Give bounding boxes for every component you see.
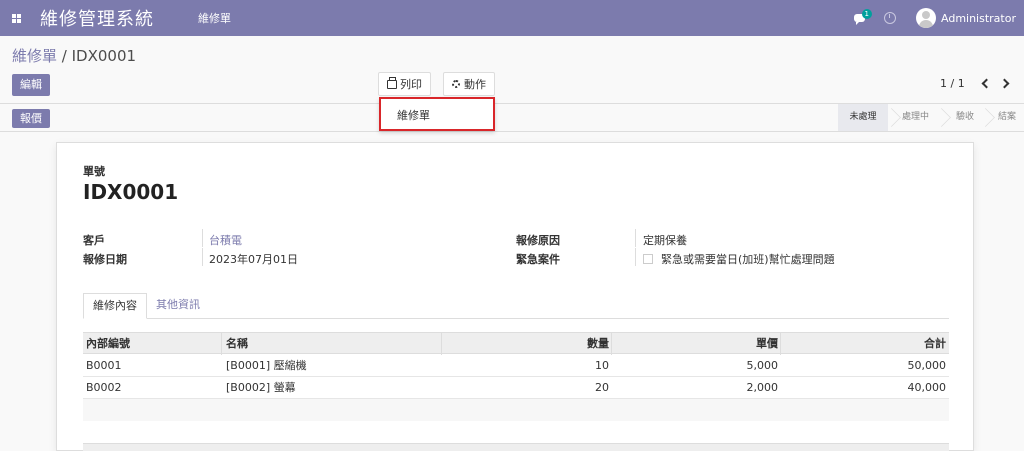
cell-quantity: 10	[595, 359, 609, 372]
chevron-right-icon	[999, 78, 1010, 88]
table-row[interactable]: B0002 [B0002] 螢幕 20 2,000 40,000	[83, 377, 949, 399]
chat-badge: 1	[861, 9, 872, 19]
customer-field[interactable]: 台積電	[209, 232, 242, 248]
report-date-field[interactable]: 2023年07月01日	[209, 251, 298, 267]
field-divider	[202, 248, 203, 266]
stage-processing[interactable]: 處理中	[902, 104, 929, 131]
print-label: 列印	[400, 78, 422, 91]
cell-quantity: 20	[595, 381, 609, 394]
table-row[interactable]: B0001 [B0001] 壓縮機 10 5,000 50,000	[83, 355, 949, 377]
field-divider	[202, 229, 203, 247]
stage-separator	[982, 104, 992, 131]
urgent-checkbox[interactable]	[643, 254, 653, 264]
stage-pending[interactable]: 未處理	[838, 104, 888, 131]
breadcrumb: 維修單 / IDX0001	[12, 45, 136, 66]
empty-table-row	[83, 399, 949, 421]
print-icon	[387, 76, 397, 89]
cell-total: 50,000	[907, 359, 947, 372]
order-number-label: 單號	[83, 165, 105, 178]
cell-name: [B0002] 螢幕	[226, 381, 296, 394]
pager-next-button[interactable]	[999, 76, 1013, 90]
gear-icon	[452, 80, 460, 88]
stage-closed[interactable]: 結案	[998, 104, 1016, 131]
cell-internal-code: B0002	[86, 381, 122, 394]
urgent-description: 緊急或需要當日(加班)幫忙處理問題	[661, 253, 835, 266]
print-dropdown-menu: 維修單	[379, 97, 495, 131]
column-separator	[441, 333, 442, 355]
tab-repair-content[interactable]: 維修內容	[83, 293, 147, 319]
table-footer	[83, 443, 949, 451]
action-label: 動作	[464, 78, 486, 91]
tab-other-info[interactable]: 其他資訊	[147, 293, 209, 319]
column-separator	[780, 333, 781, 355]
column-separator	[221, 333, 222, 355]
breadcrumb-current: IDX0001	[71, 47, 137, 65]
cell-unit-price: 2,000	[746, 381, 779, 394]
column-separator	[611, 333, 612, 355]
column-header-unit-price[interactable]: 單價	[613, 333, 778, 355]
report-date-label: 報修日期	[83, 253, 127, 266]
field-divider	[635, 248, 636, 266]
user-menu[interactable]: Administrator	[941, 12, 1016, 25]
cell-name: [B0001] 壓縮機	[226, 359, 307, 372]
column-header-name[interactable]: 名稱	[226, 333, 248, 355]
pager-previous-button[interactable]	[978, 76, 992, 90]
stage-separator	[888, 104, 898, 131]
breadcrumb-parent[interactable]: 維修單	[12, 47, 57, 65]
column-header-internal-code[interactable]: 內部編號	[86, 333, 130, 355]
cell-internal-code: B0001	[86, 359, 122, 372]
column-header-total[interactable]: 合計	[782, 333, 946, 355]
menu-repair-orders[interactable]: 維修單	[198, 10, 231, 26]
action-button[interactable]: 動作	[443, 72, 495, 96]
stage-acceptance[interactable]: 驗收	[956, 104, 974, 131]
edit-button[interactable]: 編輯	[12, 74, 50, 96]
activity-clock-icon[interactable]	[884, 12, 896, 24]
apps-menu-icon[interactable]	[4, 0, 28, 36]
pager-value[interactable]: 1 / 1	[940, 77, 965, 90]
empty-table-row	[83, 421, 949, 443]
form-tabs: 維修內容 其他資訊	[83, 293, 949, 319]
top-navbar: 維修管理系統 維修單 1 Administrator	[0, 0, 1024, 36]
quote-button[interactable]: 報價	[12, 109, 50, 128]
report-reason-field[interactable]: 定期保養	[643, 232, 687, 248]
cell-unit-price: 5,000	[746, 359, 779, 372]
statusbar-bottom-border	[0, 131, 1024, 132]
print-menu-item-repair-order[interactable]: 維修單	[397, 107, 430, 123]
chevron-left-icon	[981, 78, 992, 88]
cell-total: 40,000	[907, 381, 947, 394]
avatar[interactable]	[916, 8, 936, 28]
urgent-label: 緊急案件	[516, 253, 560, 266]
order-number: IDX0001	[83, 180, 179, 204]
table-header: 內部編號 名稱 數量 單價 合計	[83, 332, 949, 355]
app-title: 維修管理系統	[40, 9, 154, 30]
breadcrumb-separator: /	[57, 47, 72, 65]
stage-separator	[938, 104, 948, 131]
form-sheet: 單號 IDX0001 客戶 台積電 報修日期 2023年07月01日 報修原因 …	[56, 142, 974, 451]
report-reason-label: 報修原因	[516, 234, 560, 247]
field-divider	[635, 229, 636, 247]
column-header-quantity[interactable]: 數量	[443, 333, 609, 355]
customer-label: 客戶	[83, 234, 105, 247]
chat-icon[interactable]: 1	[848, 8, 872, 28]
print-button[interactable]: 列印	[378, 72, 431, 96]
